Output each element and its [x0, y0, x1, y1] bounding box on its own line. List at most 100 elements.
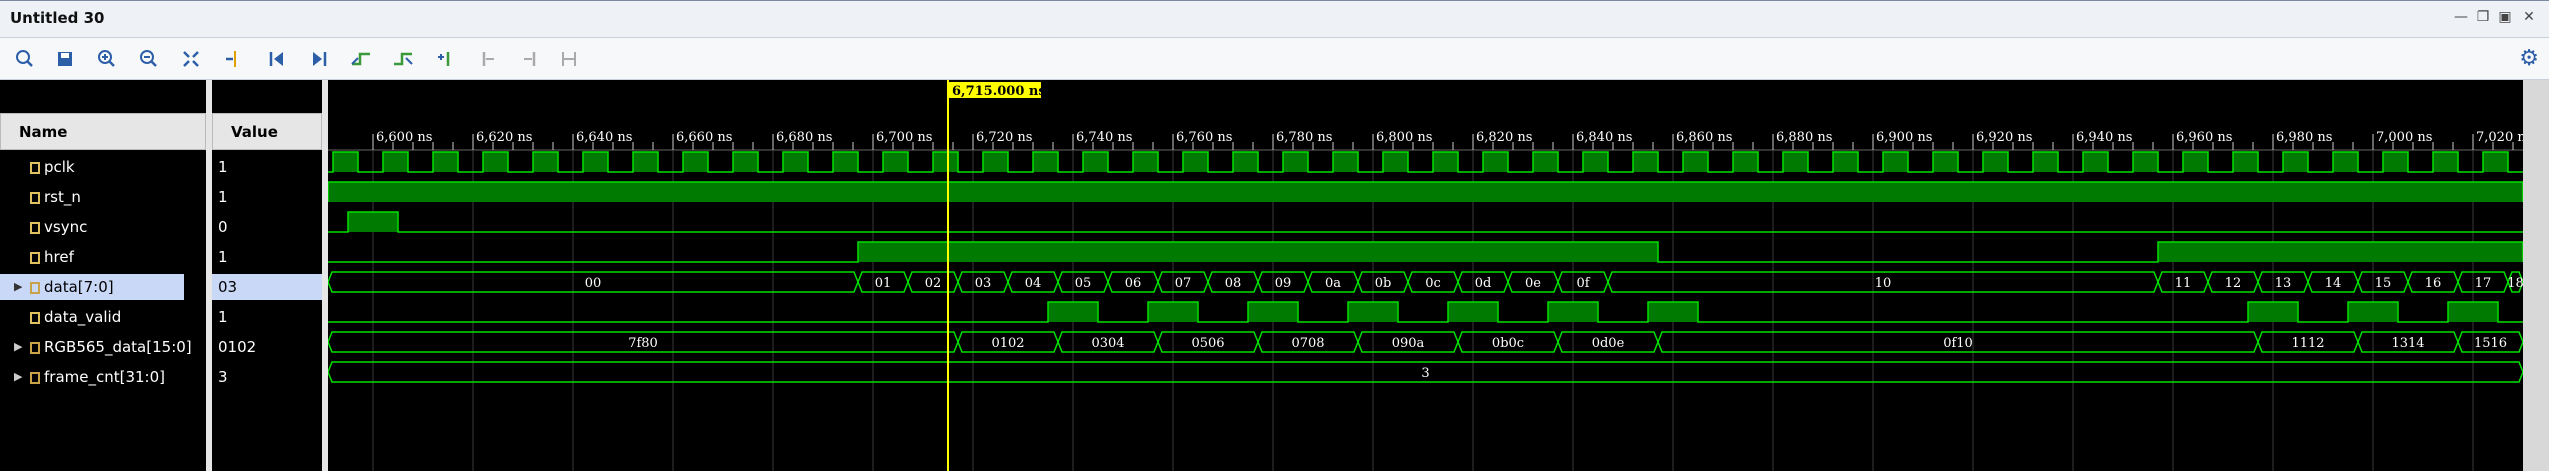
- signal-value: 03: [212, 274, 322, 300]
- prev-transition-button[interactable]: [346, 44, 376, 74]
- pclk-wave-fill: [1883, 152, 1908, 172]
- rgb565-bus-wave-value-label: 0b0c: [1492, 336, 1524, 351]
- data-bus-wave-value-label: 0e: [1525, 276, 1541, 291]
- data-bus-wave-value-label: 05: [1075, 276, 1092, 291]
- data-bus-wave-value-label: 09: [1275, 276, 1292, 291]
- data-bus-wave-value-label: 18: [2507, 276, 2523, 291]
- bit-signal-icon: [30, 191, 40, 204]
- rst-n-wave-fill: [328, 182, 2523, 202]
- pclk-wave-fill: [833, 152, 858, 172]
- next-marker-button[interactable]: [514, 44, 544, 74]
- pclk-wave-fill: [433, 152, 458, 172]
- save-button[interactable]: [50, 44, 80, 74]
- signal-row-rgb565data150[interactable]: ▶ RGB565_data[15:0]: [0, 334, 206, 360]
- pclk-wave-fill: [1783, 152, 1808, 172]
- pclk-wave-fill: [1383, 152, 1408, 172]
- value-column-header[interactable]: Value: [212, 113, 322, 150]
- signal-value: 1: [218, 188, 228, 206]
- pclk-wave-fill: [1083, 152, 1108, 172]
- ruler-tick-label: 6,740 ns: [1076, 130, 1132, 145]
- pclk-wave-fill: [2333, 152, 2358, 172]
- data-bus-wave-value-label: 17: [2475, 276, 2492, 291]
- ruler-tick-label: 6,640 ns: [576, 130, 632, 145]
- data-bus-wave-value-label: 08: [1225, 276, 1242, 291]
- data-bus-wave-value-label: 10: [1875, 276, 1892, 291]
- zoom-out-button[interactable]: [134, 44, 164, 74]
- prev-marker-button[interactable]: [474, 44, 504, 74]
- expand-icon[interactable]: ▶: [14, 334, 22, 360]
- next-marker-icon: [524, 52, 536, 66]
- close-icon[interactable]: ✕: [2521, 9, 2537, 25]
- pclk-wave-fill: [2433, 152, 2458, 172]
- zoom-in-icon: [98, 50, 115, 67]
- pclk-wave-fill: [2183, 152, 2208, 172]
- pclk-wave-fill: [933, 152, 958, 172]
- pclk-wave-fill: [1233, 152, 1258, 172]
- rgb565-bus-wave-value-label: 0102: [991, 336, 1024, 351]
- pclk-wave-fill: [1533, 152, 1558, 172]
- goto-start-button[interactable]: [262, 44, 292, 74]
- pclk-wave-fill: [733, 152, 758, 172]
- rgb565-bus-wave-value-label: 0506: [1191, 336, 1224, 351]
- minimize-icon[interactable]: —: [2453, 9, 2469, 25]
- name-column-header[interactable]: Name: [0, 113, 206, 150]
- data-valid-wave-fill: [1448, 302, 1498, 322]
- pclk-wave-fill: [2033, 152, 2058, 172]
- swap-cursors-button[interactable]: [554, 44, 584, 74]
- pclk-wave-fill: [783, 152, 808, 172]
- data-bus-wave-value-label: 03: [975, 276, 992, 291]
- signal-row-data70[interactable]: ▶ data[7:0]: [0, 274, 184, 300]
- signal-row-datavalid[interactable]: data_valid: [0, 304, 206, 330]
- signal-row-rstn[interactable]: rst_n: [0, 184, 206, 210]
- search-button[interactable]: [10, 44, 40, 74]
- data-bus-wave-value-label: 02: [925, 276, 942, 291]
- bus-signal-icon: [30, 281, 40, 294]
- pclk-wave-fill: [2283, 152, 2308, 172]
- signal-row-vsync[interactable]: vsync: [0, 214, 206, 240]
- signal-row-framecnt310[interactable]: ▶ frame_cnt[31:0]: [0, 364, 206, 390]
- zoom-fit-button[interactable]: [176, 44, 206, 74]
- pclk-wave-fill: [333, 152, 358, 172]
- zoom-in-button[interactable]: [92, 44, 122, 74]
- signal-row-href[interactable]: href: [0, 244, 206, 270]
- pclk-wave-fill: [533, 152, 558, 172]
- signal-value: 0102: [218, 338, 257, 356]
- data-valid-wave-fill: [2448, 302, 2498, 322]
- href-wave-fill: [2158, 242, 2523, 262]
- restore-icon[interactable]: ❐: [2475, 9, 2491, 25]
- pclk-wave-fill: [683, 152, 708, 172]
- data-bus-wave-value-label: 11: [2175, 276, 2192, 291]
- data-valid-wave-fill: [1548, 302, 1598, 322]
- href-wave-fill: [858, 242, 1658, 262]
- rgb565-bus-wave-value-label: 0f10: [1943, 336, 1973, 351]
- next-transition-button[interactable]: [388, 44, 418, 74]
- add-marker-button[interactable]: [430, 44, 460, 74]
- pclk-wave-fill: [1933, 152, 1958, 172]
- signal-value: 1: [218, 308, 228, 326]
- signal-value: 3: [218, 368, 228, 386]
- gear-icon[interactable]: ⚙: [2519, 46, 2539, 71]
- pclk-wave-fill: [583, 152, 608, 172]
- data-bus-wave-value-label: 07: [1175, 276, 1192, 291]
- pclk-wave-fill: [633, 152, 658, 172]
- signal-name: vsync: [44, 218, 88, 236]
- data-valid-wave-fill: [2348, 302, 2398, 322]
- signal-name: href: [44, 248, 74, 266]
- rgb565-bus-wave-value-label: 1314: [2391, 336, 2424, 351]
- waveform-canvas[interactable]: 6,600 ns 6,620 ns 6,640 ns 6,660 ns 6,680 ns…: [328, 80, 2523, 471]
- goto-cursor-button[interactable]: [218, 44, 248, 74]
- bus-signal-icon: [30, 371, 40, 384]
- ruler-tick-label: 6,600 ns: [376, 130, 432, 145]
- goto-end-button[interactable]: [304, 44, 334, 74]
- data-bus-wave-value-label: 0d: [1475, 276, 1492, 291]
- pclk-wave-fill: [1483, 152, 1508, 172]
- signal-row-pclk[interactable]: pclk: [0, 154, 206, 180]
- float-icon[interactable]: ▣: [2497, 9, 2513, 25]
- vertical-scrollbar[interactable]: [2523, 80, 2549, 471]
- expand-icon[interactable]: ▶: [14, 364, 22, 390]
- expand-icon[interactable]: ▶: [14, 274, 22, 300]
- data-bus-wave-value-label: 0b: [1375, 276, 1392, 291]
- data-bus-wave-value-label: 00: [585, 276, 602, 291]
- ruler-tick-label: 6,720 ns: [976, 130, 1032, 145]
- rgb565-bus-wave-value-label: 090a: [1392, 336, 1425, 351]
